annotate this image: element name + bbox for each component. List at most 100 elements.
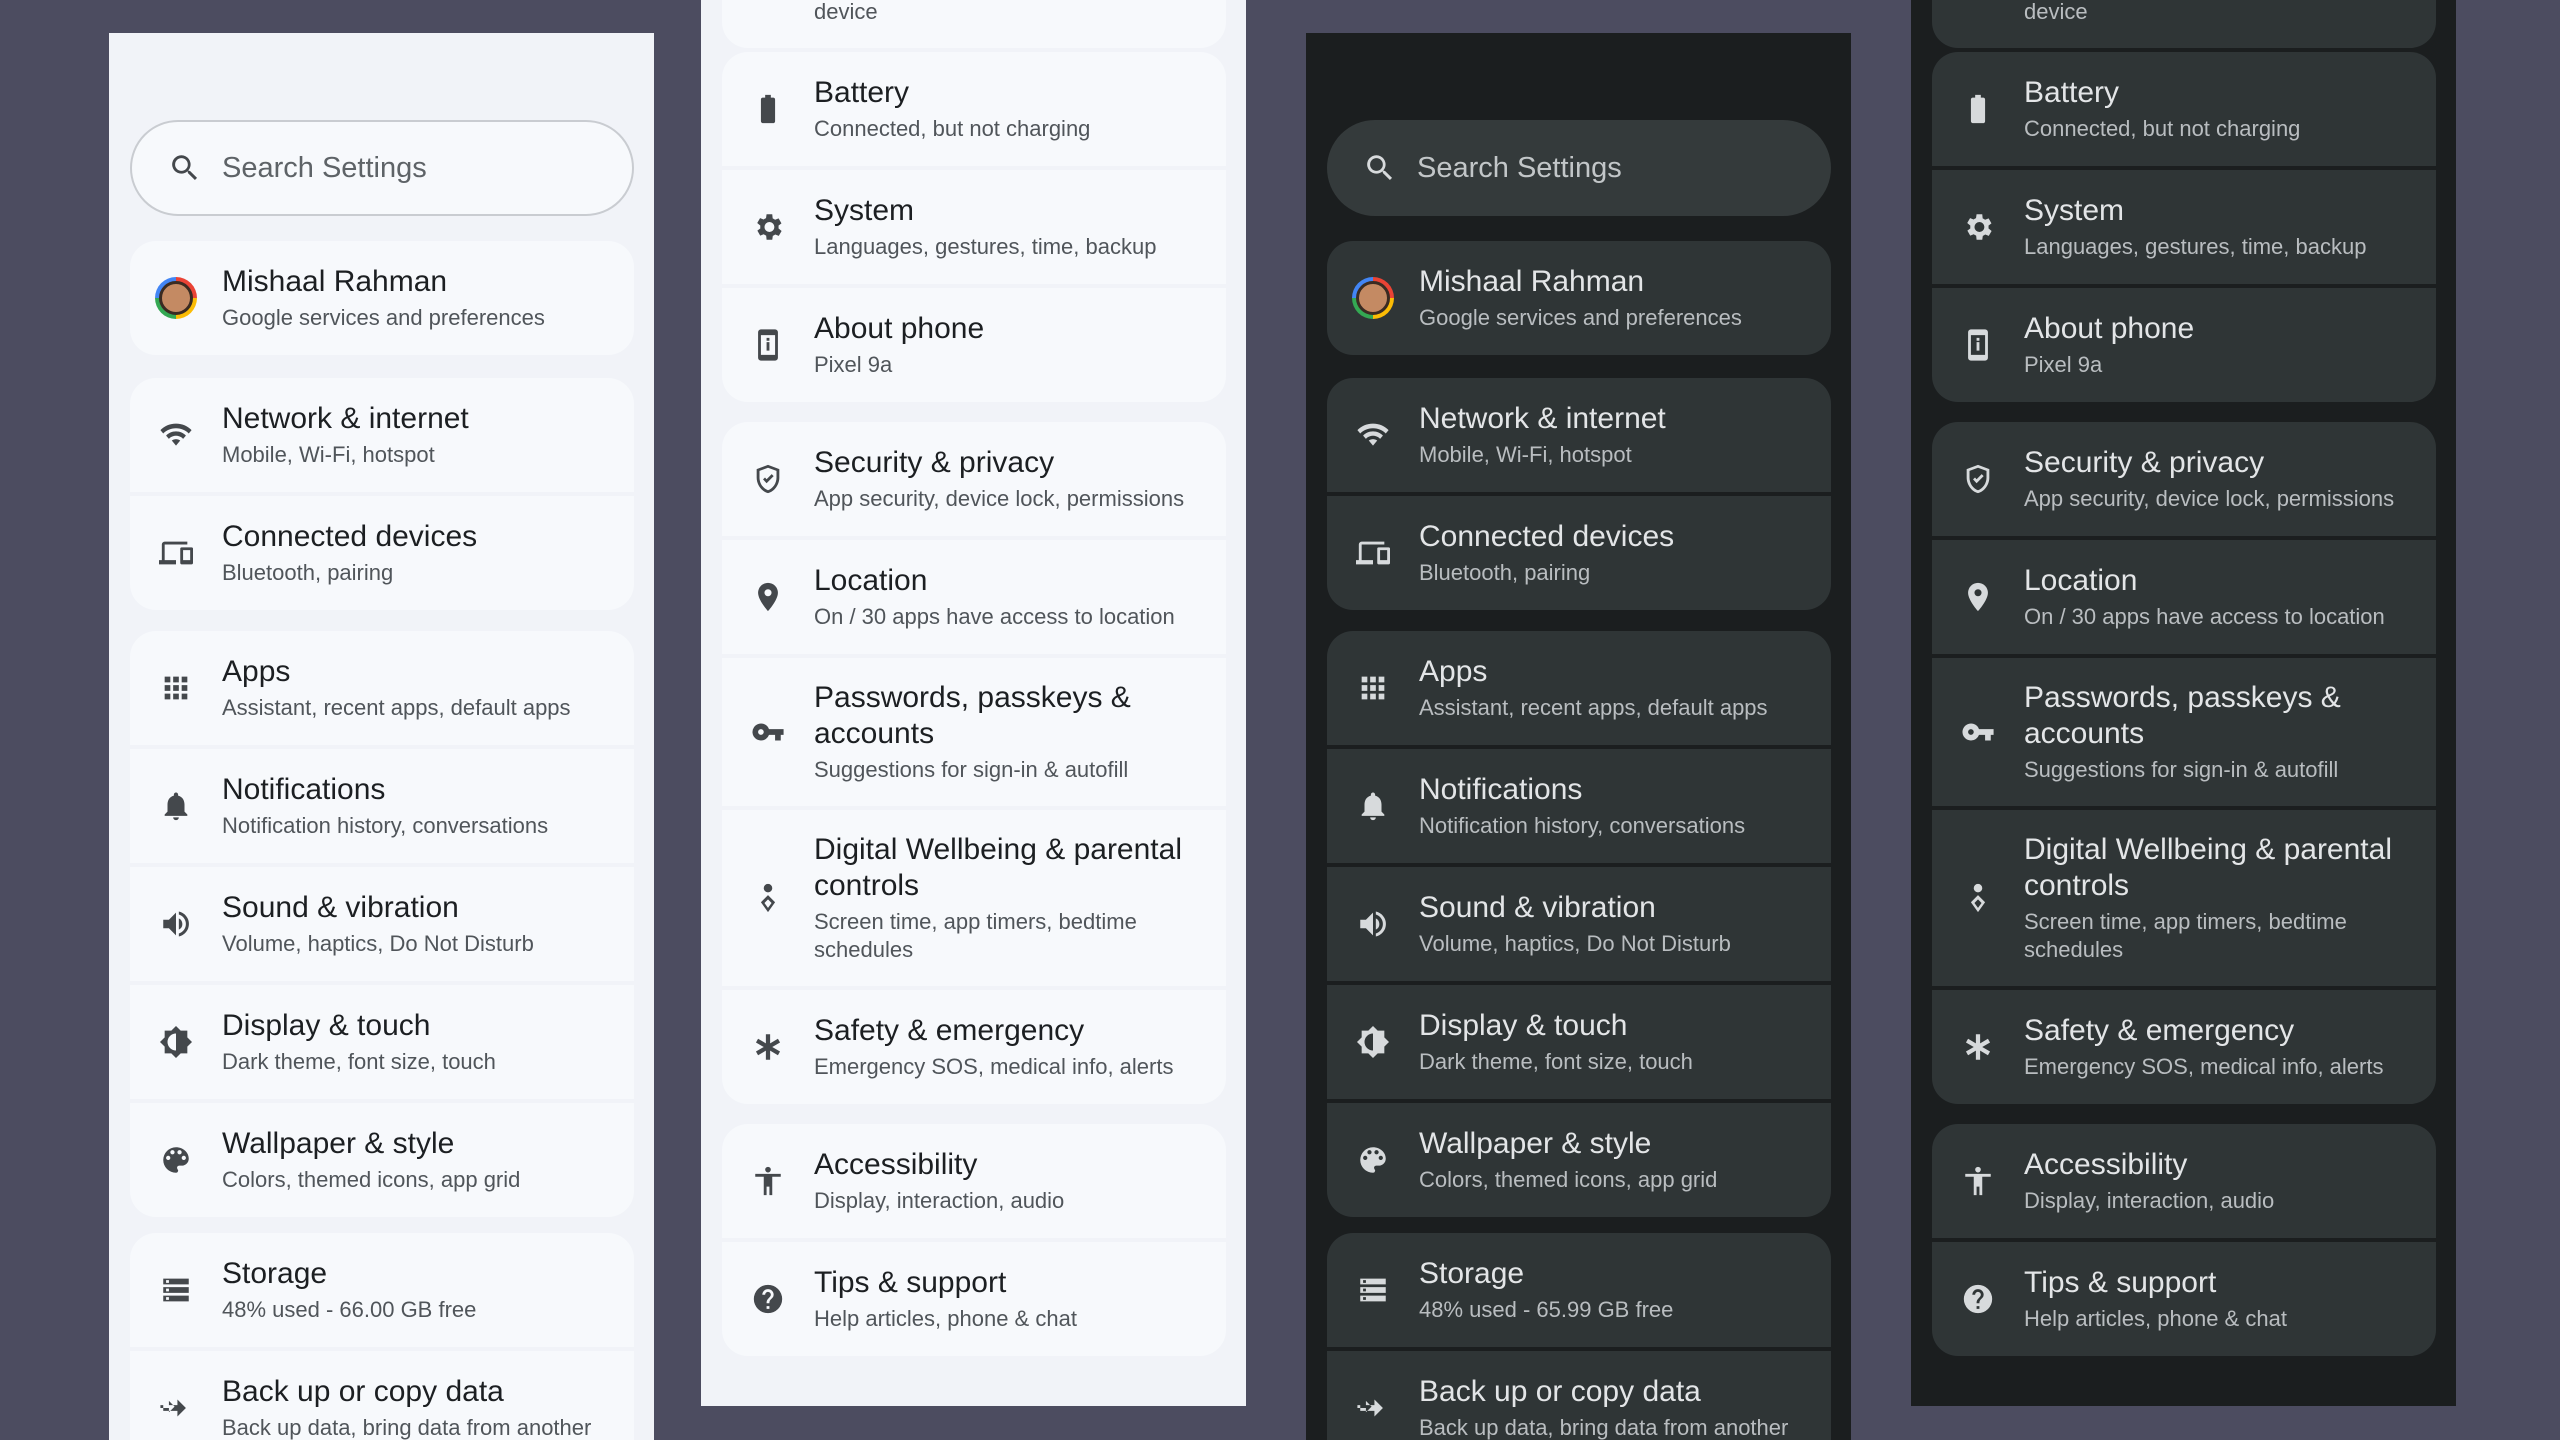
settings-item-sound[interactable]: Sound & vibration Volume, haptics, Do Not… [1327, 867, 1831, 981]
item-subtitle: Back up data, bring data from another [222, 1415, 592, 1440]
search-bar[interactable]: Search Settings [1327, 120, 1831, 216]
personalization-card: Apps Assistant, recent apps, default apps… [1327, 631, 1831, 1217]
item-subtitle: Emergency SOS, medical info, alerts [814, 1054, 1174, 1079]
storage-icon [1356, 1273, 1390, 1307]
account-name: Mishaal Rahman [222, 265, 448, 298]
settings-item-previous-cut[interactable]: device [1932, 0, 2436, 48]
item-title: Sound & vibration [222, 891, 459, 924]
help-icon [1961, 1282, 1995, 1316]
shield-icon [1961, 462, 1995, 496]
item-subtitle: Assistant, recent apps, default apps [1419, 695, 1768, 720]
settings-panel-light-1: Search Settings Mishaal Rahman Google ser… [109, 33, 654, 1440]
settings-item-passwords[interactable]: Passwords, passkeys & accounts Suggestion… [722, 658, 1226, 806]
settings-item-security[interactable]: Security & privacy App security, device l… [1932, 422, 2436, 536]
shield-icon [751, 462, 785, 496]
brightness-icon [159, 1025, 193, 1059]
key-icon [751, 715, 785, 749]
settings-item-storage[interactable]: Storage 48% used - 66.00 GB free [130, 1233, 634, 1347]
settings-item-wellbeing[interactable]: Digital Wellbeing & parental controls Scr… [1932, 810, 2436, 986]
item-subtitle: Dark theme, font size, touch [222, 1049, 496, 1074]
backup-arrows-icon [159, 1391, 193, 1425]
accessibility-icon [1961, 1164, 1995, 1198]
settings-item-tips[interactable]: Tips & support Help articles, phone & cha… [1932, 1242, 2436, 1356]
settings-item-battery[interactable]: Battery Connected, but not charging [722, 52, 1226, 166]
settings-item-location[interactable]: Location On / 30 apps have access to loca… [722, 540, 1226, 654]
settings-item-system[interactable]: System Languages, gestures, time, backup [722, 170, 1226, 284]
privacy-card: Security & privacy App security, device l… [722, 422, 1226, 1104]
settings-item-battery[interactable]: Battery Connected, but not charging [1932, 52, 2436, 166]
settings-item-backup[interactable]: Back up or copy data Back up data, bring … [130, 1351, 634, 1440]
accessibility-icon [751, 1164, 785, 1198]
battery-icon [1961, 92, 1995, 126]
settings-item-apps[interactable]: Apps Assistant, recent apps, default apps [130, 631, 634, 745]
avatar [155, 277, 197, 319]
bell-icon [1356, 789, 1390, 823]
item-subtitle: Pixel 9a [2024, 352, 2103, 377]
item-title: Apps [1419, 655, 1488, 688]
item-title: Tips & support [814, 1266, 1007, 1299]
settings-item-network[interactable]: Network & internet Mobile, Wi-Fi, hotspot [130, 378, 634, 492]
settings-item-notifications[interactable]: Notifications Notification history, conve… [1327, 749, 1831, 863]
account-item[interactable]: Mishaal Rahman Google services and prefer… [1327, 241, 1831, 355]
gear-icon [751, 210, 785, 244]
item-subtitle: Suggestions for sign-in & autofill [814, 757, 1129, 782]
item-title: Passwords, passkeys & accounts [2024, 681, 2341, 750]
item-subtitle: 48% used - 66.00 GB free [222, 1297, 477, 1322]
support-card: Accessibility Display, interaction, audio… [1932, 1124, 2436, 1356]
settings-item-passwords[interactable]: Passwords, passkeys & accounts Suggestion… [1932, 658, 2436, 806]
battery-icon [751, 92, 785, 126]
asterisk-icon [751, 1030, 785, 1064]
settings-item-wallpaper[interactable]: Wallpaper & style Colors, themed icons, a… [130, 1103, 634, 1217]
account-subtitle: Google services and preferences [222, 305, 545, 330]
avatar [1352, 277, 1394, 319]
item-title: Wallpaper & style [222, 1127, 455, 1160]
settings-item-accessibility[interactable]: Accessibility Display, interaction, audio [1932, 1124, 2436, 1238]
asterisk-icon [1961, 1030, 1995, 1064]
phone-info-icon [751, 328, 785, 362]
settings-item-connected-devices[interactable]: Connected devices Bluetooth, pairing [1327, 496, 1831, 610]
account-item[interactable]: Mishaal Rahman Google services and prefer… [130, 241, 634, 355]
settings-item-safety[interactable]: Safety & emergency Emergency SOS, medical… [1932, 990, 2436, 1104]
settings-item-apps[interactable]: Apps Assistant, recent apps, default apps [1327, 631, 1831, 745]
privacy-card: Security & privacy App security, device l… [1932, 422, 2436, 1104]
settings-item-wallpaper[interactable]: Wallpaper & style Colors, themed icons, a… [1327, 1103, 1831, 1217]
account-name: Mishaal Rahman [1419, 265, 1645, 298]
settings-item-location[interactable]: Location On / 30 apps have access to loca… [1932, 540, 2436, 654]
item-subtitle: App security, device lock, permissions [2024, 486, 2395, 511]
item-title: Sound & vibration [1419, 891, 1656, 924]
item-title: Digital Wellbeing & parental controls [814, 833, 1182, 902]
settings-item-connected-devices[interactable]: Connected devices Bluetooth, pairing [130, 496, 634, 610]
settings-item-system[interactable]: System Languages, gestures, time, backup [1932, 170, 2436, 284]
settings-item-notifications[interactable]: Notifications Notification history, conve… [130, 749, 634, 863]
settings-item-about[interactable]: About phone Pixel 9a [722, 288, 1226, 402]
settings-item-safety[interactable]: Safety & emergency Emergency SOS, medical… [722, 990, 1226, 1104]
volume-icon [1356, 907, 1390, 941]
settings-item-accessibility[interactable]: Accessibility Display, interaction, audio [722, 1124, 1226, 1238]
settings-item-backup[interactable]: Back up or copy data Back up data, bring … [1327, 1351, 1831, 1440]
settings-item-network[interactable]: Network & internet Mobile, Wi-Fi, hotspot [1327, 378, 1831, 492]
settings-item-display[interactable]: Display & touch Dark theme, font size, to… [1327, 985, 1831, 1099]
settings-item-storage[interactable]: Storage 48% used - 65.99 GB free [1327, 1233, 1831, 1347]
settings-item-sound[interactable]: Sound & vibration Volume, haptics, Do Not… [130, 867, 634, 981]
item-title: Back up or copy data [222, 1375, 504, 1408]
connectivity-card: Network & internet Mobile, Wi-Fi, hotspot… [130, 378, 634, 610]
item-title: Safety & emergency [2024, 1014, 2295, 1047]
item-title: System [2024, 194, 2125, 227]
item-subtitle: Colors, themed icons, app grid [222, 1167, 521, 1192]
devices-icon [1356, 536, 1390, 570]
item-title: Location [2024, 564, 2138, 597]
item-subtitle: On / 30 apps have access to location [814, 604, 1175, 629]
settings-item-security[interactable]: Security & privacy App security, device l… [722, 422, 1226, 536]
settings-item-previous-cut[interactable]: device [722, 0, 1226, 48]
support-card: Accessibility Display, interaction, audio… [722, 1124, 1226, 1356]
settings-item-about[interactable]: About phone Pixel 9a [1932, 288, 2436, 402]
item-title: Wallpaper & style [1419, 1127, 1652, 1160]
search-icon [1363, 151, 1397, 185]
backup-arrows-icon [1356, 1391, 1390, 1425]
settings-item-display[interactable]: Display & touch Dark theme, font size, to… [130, 985, 634, 1099]
item-subtitle: Notification history, conversations [222, 813, 549, 838]
item-title: Security & privacy [814, 446, 1055, 479]
settings-item-tips[interactable]: Tips & support Help articles, phone & cha… [722, 1242, 1226, 1356]
search-bar[interactable]: Search Settings [130, 120, 634, 216]
settings-item-wellbeing[interactable]: Digital Wellbeing & parental controls Scr… [722, 810, 1226, 986]
